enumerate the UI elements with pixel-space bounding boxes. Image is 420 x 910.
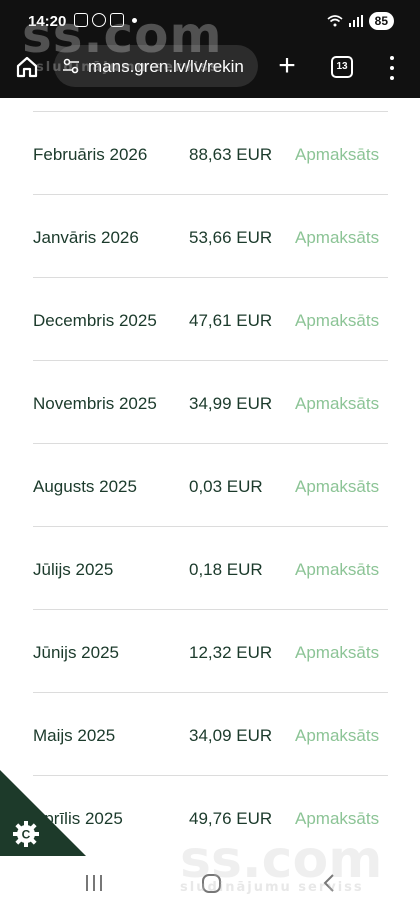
home-icon[interactable] [14, 54, 40, 80]
browser-top-bar: 14:20 85 mans.gren.lv/lv/rekin + 13 [0, 0, 420, 98]
tune-icon[interactable] [62, 57, 80, 75]
tabs-icon[interactable]: 13 [331, 56, 353, 78]
invoice-row[interactable]: Novembris 2025 34,99 EUR Apmaksāts [33, 361, 388, 444]
invoice-amount: 53,66 EUR [189, 228, 273, 247]
url-text[interactable]: mans.gren.lv/lv/rekin [88, 57, 244, 77]
invoice-amount: 34,09 EUR [189, 726, 273, 745]
invoice-amount: 0,03 EUR [189, 477, 263, 496]
invoice-month: Maijs 2025 [33, 726, 116, 745]
signal-icon [348, 15, 363, 27]
status-time: 14:20 [28, 13, 67, 30]
status-right-icons: 85 [327, 12, 394, 30]
more-notifications-dot-icon [132, 17, 137, 23]
invoice-month: Novembris 2025 [33, 394, 157, 413]
wifi-icon [327, 15, 343, 27]
invoice-status: Apmaksāts [295, 560, 380, 579]
plus-icon[interactable]: + [274, 51, 300, 82]
invoice-month: Februāris 2026 [33, 145, 148, 164]
system-nav-bar [0, 857, 420, 910]
invoice-status: Apmaksāts [295, 228, 380, 247]
invoice-status: Apmaksāts [295, 394, 380, 413]
calendar-icon [110, 13, 124, 27]
invoice-amount: 34,99 EUR [189, 394, 273, 413]
invoice-amount: 88,63 EUR [189, 145, 273, 164]
invoice-status: Apmaksāts [295, 643, 380, 662]
invoice-row[interactable]: Janvāris 2026 53,66 EUR Apmaksāts [33, 195, 388, 278]
invoice-status: Apmaksāts [295, 726, 380, 745]
recents-icon[interactable] [86, 875, 102, 891]
invoice-amount: 49,76 EUR [189, 809, 273, 828]
invoice-amount: 0,18 EUR [189, 560, 263, 579]
invoice-row[interactable]: Jūnijs 2025 12,32 EUR Apmaksāts [33, 610, 388, 693]
invoice-amount: 12,32 EUR [189, 643, 273, 662]
invoice-row[interactable]: Maijs 2025 34,09 EUR Apmaksāts [33, 693, 388, 776]
more-vert-icon[interactable] [384, 56, 400, 80]
nav-home-icon[interactable] [202, 874, 221, 893]
battery-badge: 85 [368, 12, 394, 30]
invoice-status: Apmaksāts [295, 477, 380, 496]
notification-app-icon [92, 13, 106, 27]
invoice-row[interactable]: Aprīlis 2025 49,76 EUR Apmaksāts [33, 776, 388, 859]
status-notification-icons [74, 13, 137, 27]
svg-text:C: C [22, 828, 31, 842]
invoice-amount: 47,61 EUR [189, 311, 273, 330]
invoice-row[interactable]: Decembris 2025 47,61 EUR Apmaksāts [33, 278, 388, 361]
invoice-row[interactable]: Augusts 2025 0,03 EUR Apmaksāts [33, 444, 388, 527]
invoice-month: Augusts 2025 [33, 477, 137, 496]
invoice-row[interactable]: Februāris 2026 88,63 EUR Apmaksāts [33, 112, 388, 195]
invoice-month: Jūnijs 2025 [33, 643, 120, 662]
invoice-status: Apmaksāts [295, 809, 380, 828]
invoice-month: Janvāris 2026 [33, 228, 139, 247]
invoice-status: Apmaksāts [295, 311, 380, 330]
back-icon[interactable] [322, 873, 336, 893]
address-bar[interactable]: mans.gren.lv/lv/rekin [54, 45, 258, 87]
invoice-month: Jūlijs 2025 [33, 560, 114, 579]
invoice-row[interactable]: Jūlijs 2025 0,18 EUR Apmaksāts [33, 527, 388, 610]
screenshot-icon [74, 13, 88, 27]
invoice-status: Apmaksāts [295, 145, 380, 164]
invoice-month: Decembris 2025 [33, 311, 157, 330]
cookie-icon[interactable]: C [12, 820, 40, 848]
